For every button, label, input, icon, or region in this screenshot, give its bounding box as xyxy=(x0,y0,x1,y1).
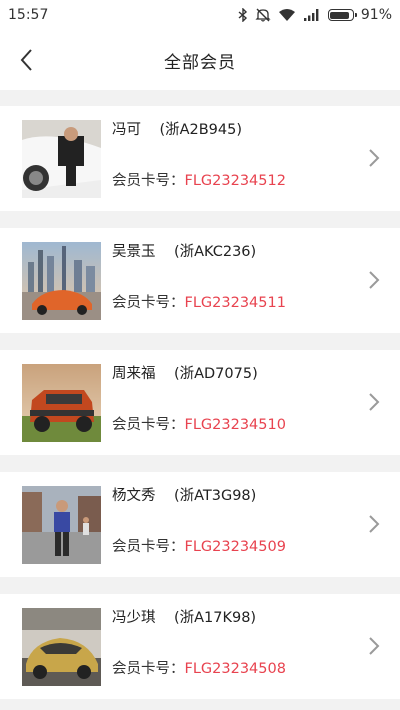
chevron-right-icon xyxy=(369,393,380,411)
member-card-line: 会员卡号：FLG23234510 xyxy=(112,413,286,434)
status-time: 15:57 xyxy=(8,7,49,23)
battery-percent: 91% xyxy=(360,7,392,23)
member-name-line: 杨文秀 (浙AT3G98) xyxy=(112,484,256,505)
card-number: FLG23234512 xyxy=(184,173,286,189)
member-row[interactable]: 杨文秀 (浙AT3G98) 会员卡号：FLG23234509 xyxy=(0,472,400,577)
member-row[interactable]: 冯少琪 (浙A17K98) 会员卡号：FLG23234508 xyxy=(0,594,400,699)
member-card-line: 会员卡号：FLG23234509 xyxy=(112,535,286,556)
member-name: 杨文秀 xyxy=(112,488,156,504)
member-avatar-photo xyxy=(22,242,101,320)
chevron-right-icon xyxy=(369,637,380,655)
member-name: 吴景玉 xyxy=(112,244,156,260)
chevron-right-icon xyxy=(369,515,380,533)
card-label: 会员卡号： xyxy=(112,173,185,189)
header: 全部会员 xyxy=(0,30,400,90)
member-row[interactable]: 吴景玉 (浙AKC236) 会员卡号：FLG23234511 xyxy=(0,228,400,333)
card-label: 会员卡号： xyxy=(112,661,185,677)
card-number: FLG23234508 xyxy=(184,661,286,677)
card-number: FLG23234511 xyxy=(184,295,286,311)
member-row[interactable]: 冯可 (浙A2B945) 会员卡号：FLG23234512 xyxy=(0,106,400,211)
member-list: 冯可 (浙A2B945) 会员卡号：FLG23234512 吴景玉 (浙AKC2… xyxy=(0,90,400,699)
member-name-line: 冯可 (浙A2B945) xyxy=(112,118,242,139)
page-title: 全部会员 xyxy=(164,52,236,73)
member-card-line: 会员卡号：FLG23234511 xyxy=(112,291,286,312)
member-avatar-photo xyxy=(22,608,101,686)
member-plate: (浙A17K98) xyxy=(173,610,257,626)
mute-icon xyxy=(255,8,271,22)
chevron-left-icon xyxy=(20,49,32,71)
chevron-right-icon xyxy=(369,271,380,289)
card-label: 会员卡号： xyxy=(112,417,185,433)
member-avatar-photo xyxy=(22,364,101,442)
chevron-right-icon xyxy=(369,149,380,167)
bluetooth-icon xyxy=(238,8,248,22)
member-card-line: 会员卡号：FLG23234508 xyxy=(112,657,286,678)
card-label: 会员卡号： xyxy=(112,539,185,555)
card-number: FLG23234509 xyxy=(184,539,286,555)
member-avatar-photo xyxy=(22,120,101,198)
battery-icon xyxy=(327,9,357,21)
member-card-line: 会员卡号：FLG23234512 xyxy=(112,169,286,190)
member-plate: (浙AKC236) xyxy=(173,244,257,260)
card-label: 会员卡号： xyxy=(112,295,185,311)
member-row[interactable]: 周来福 (浙AD7075) 会员卡号：FLG23234510 xyxy=(0,350,400,455)
member-avatar-photo xyxy=(22,486,101,564)
member-name: 周来福 xyxy=(112,366,156,382)
member-name-line: 吴景玉 (浙AKC236) xyxy=(112,240,256,261)
member-name-line: 周来福 (浙AD7075) xyxy=(112,362,258,383)
member-plate: (浙AT3G98) xyxy=(173,488,257,504)
member-plate: (浙A2B945) xyxy=(159,122,243,138)
member-name: 冯可 xyxy=(112,122,141,138)
member-name: 冯少琪 xyxy=(112,610,156,626)
wifi-icon xyxy=(278,8,296,22)
back-button[interactable] xyxy=(10,44,42,76)
card-number: FLG23234510 xyxy=(184,417,286,433)
member-name-line: 冯少琪 (浙A17K98) xyxy=(112,606,256,627)
member-plate: (浙AD7075) xyxy=(173,366,258,382)
status-icons: 91% xyxy=(238,7,392,23)
signal-icon xyxy=(303,8,321,22)
status-bar: 15:57 91% xyxy=(0,0,400,30)
